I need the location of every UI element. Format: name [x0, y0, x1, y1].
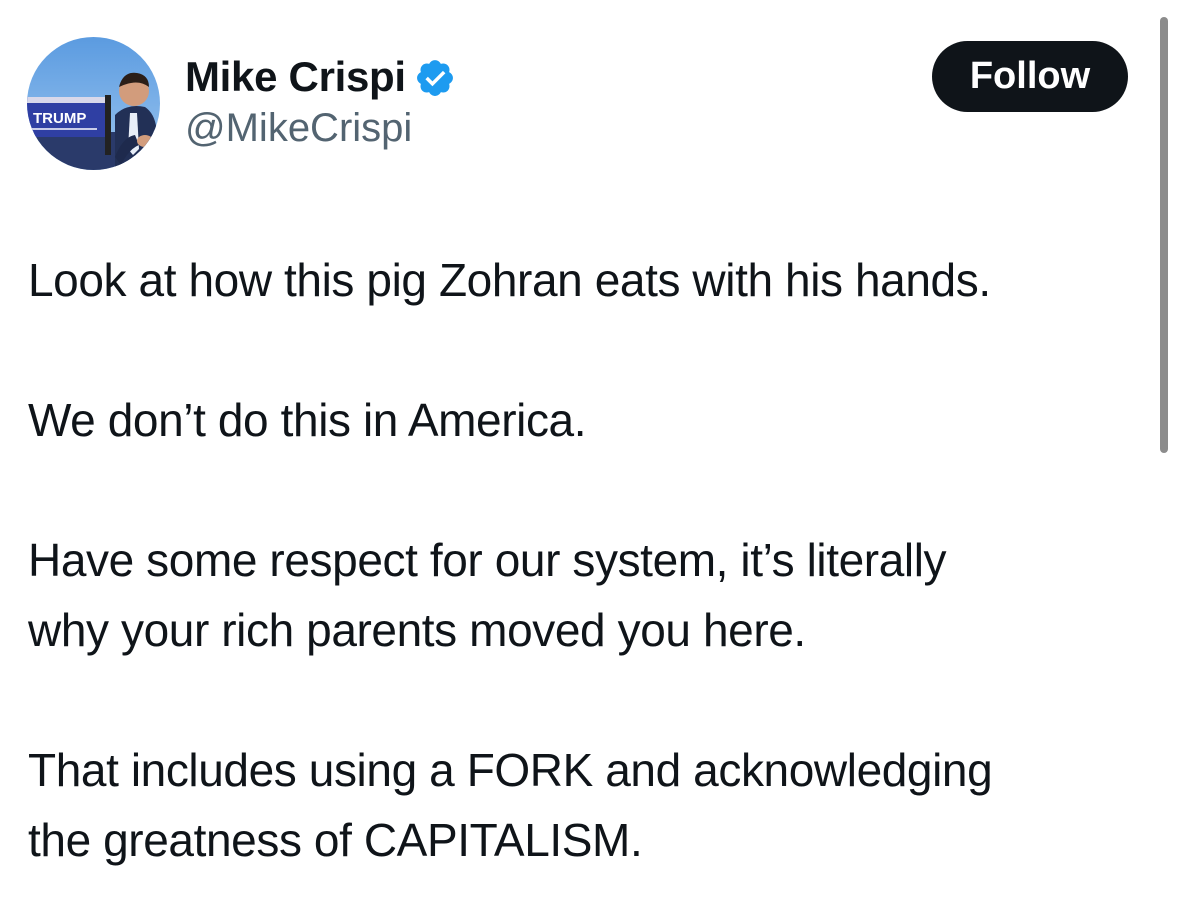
tweet-text: Look at how this pig Zohran eats with hi…: [28, 245, 1138, 875]
scrollbar[interactable]: [1160, 17, 1168, 453]
verified-badge-icon: [414, 57, 456, 99]
author-name-row: Mike Crispi: [185, 52, 456, 102]
follow-button[interactable]: Follow: [932, 41, 1128, 112]
avatar-sign-text: TRUMP: [33, 110, 86, 127]
tweet-paragraph-1: Look at how this pig Zohran eats with hi…: [28, 254, 991, 306]
tweet-paragraph-3: Have some respect for our system, it’s l…: [28, 534, 947, 656]
author-handle[interactable]: @MikeCrispi: [185, 106, 412, 151]
tweet-paragraph-4: That includes using a FORK and acknowled…: [28, 744, 993, 866]
avatar-image: TRUMP: [27, 37, 160, 170]
author-display-name[interactable]: Mike Crispi: [185, 53, 406, 101]
tweet-paragraph-2: We don’t do this in America.: [28, 394, 587, 446]
avatar[interactable]: TRUMP: [27, 37, 160, 170]
